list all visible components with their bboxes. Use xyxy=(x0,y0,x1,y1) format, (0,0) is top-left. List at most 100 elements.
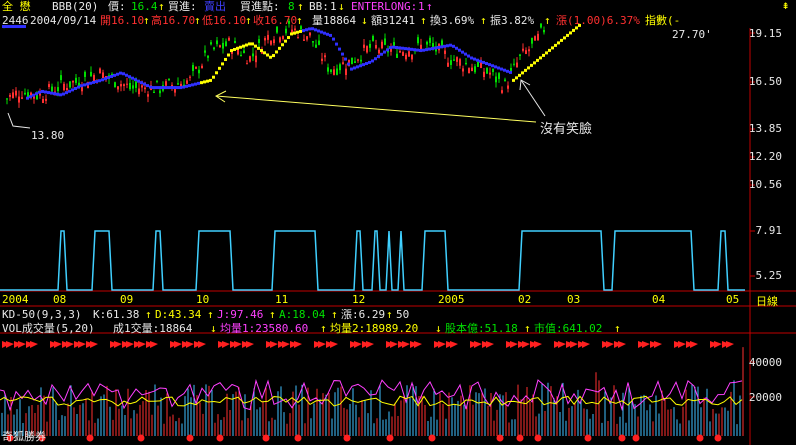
ma-point xyxy=(98,79,101,83)
ma-point xyxy=(287,36,290,40)
ma-point xyxy=(161,86,164,90)
ma-point xyxy=(281,43,284,47)
volume-label[interactable]: VOL成交量(5,20) xyxy=(2,322,95,335)
ma-point xyxy=(473,57,476,61)
ma-point xyxy=(146,84,149,88)
ma-point xyxy=(515,76,518,80)
ma-point xyxy=(266,53,269,57)
ma-point xyxy=(503,68,506,72)
trade-flag-icon xyxy=(438,341,446,348)
ma-point xyxy=(374,57,377,61)
ma-point xyxy=(35,92,38,96)
ma-point xyxy=(461,50,464,54)
ma-point xyxy=(167,86,170,90)
ma-point xyxy=(377,54,380,58)
ma-point xyxy=(551,46,554,50)
ma-point xyxy=(71,88,74,92)
market-value: 市值:641.02 xyxy=(534,322,603,335)
trade-flag-icon xyxy=(522,341,530,348)
ma-point xyxy=(533,61,536,65)
ma-point xyxy=(530,63,533,67)
ma-point xyxy=(326,32,329,36)
signal-dot-icon xyxy=(137,434,145,442)
up-arrow-icon: ↑ xyxy=(269,308,276,321)
ma-point xyxy=(86,82,89,86)
ma-point xyxy=(539,56,542,60)
ma-point xyxy=(332,37,335,41)
ma-point xyxy=(209,78,212,82)
ma-point xyxy=(224,57,227,61)
trade-flag-icon xyxy=(402,341,410,348)
trade-flag-icon xyxy=(174,341,182,348)
trade-flag-icon xyxy=(330,341,338,348)
trade-flag-icon xyxy=(390,341,398,348)
volume-row: VOL成交量(5,20) 成1交量:18864 ↓ 均量1:23580.60 ↑… xyxy=(0,322,796,335)
ma-point xyxy=(476,58,479,62)
ma-point xyxy=(446,44,449,48)
ma-point xyxy=(524,68,527,72)
high-price-annotation: 27.70' xyxy=(672,28,712,41)
trade-flag-icon xyxy=(126,341,134,348)
trade-flag-icon xyxy=(654,341,662,348)
time-tick: 12 xyxy=(352,293,366,306)
ma-point xyxy=(542,53,545,57)
ma-point xyxy=(437,45,440,49)
ma-point xyxy=(452,44,455,48)
low-price-annotation: 13.80 xyxy=(31,129,65,142)
trade-flag-icon xyxy=(534,341,542,348)
period-selector[interactable]: 日線 xyxy=(756,293,778,309)
trade-flag-icon xyxy=(690,341,698,348)
signal-dot-icon xyxy=(428,434,436,442)
ma-point xyxy=(152,86,155,90)
trade-flag-icon xyxy=(582,341,590,348)
ma-point xyxy=(230,49,233,53)
ma-point xyxy=(428,47,431,51)
down-arrow-icon: ↓ xyxy=(435,322,442,335)
kd-label[interactable]: KD-50(9,3,3) xyxy=(2,308,81,321)
ma-point xyxy=(29,95,32,99)
ma-point xyxy=(422,48,425,52)
ma-point xyxy=(449,43,452,47)
ma-point xyxy=(518,73,521,77)
candlestick-series xyxy=(3,18,545,108)
trade-flag-icon xyxy=(618,341,626,348)
trade-flag-icon xyxy=(150,341,158,348)
ma-point xyxy=(173,86,176,90)
trade-flag-icon xyxy=(510,341,518,348)
ma-point xyxy=(254,44,257,48)
kd-threshold: 50 xyxy=(396,308,410,321)
trade-flag-icon xyxy=(6,341,14,348)
ma-point xyxy=(233,47,236,51)
ma-point xyxy=(350,67,353,71)
ma-point xyxy=(125,73,128,77)
kd-rise: 漲:6.29 xyxy=(341,308,386,321)
ma-point xyxy=(77,85,80,89)
ma-point xyxy=(317,29,320,33)
time-tick: 03 xyxy=(567,293,581,306)
ma-point xyxy=(545,51,548,55)
trade-flag-icon xyxy=(354,341,362,348)
up-arrow-icon: ↑ xyxy=(207,308,214,321)
ma-point xyxy=(353,66,356,70)
trade-flag-icon xyxy=(66,341,74,348)
signal-dot-icon xyxy=(262,434,270,442)
ma-point xyxy=(389,46,392,50)
ma-point xyxy=(467,54,470,58)
trade-flag-icon xyxy=(726,341,734,348)
chart-canvas[interactable] xyxy=(0,0,796,445)
ma-point xyxy=(311,27,314,31)
ma-point xyxy=(458,48,461,52)
price-tick: 5.25 xyxy=(755,269,783,282)
ma-point xyxy=(44,90,47,94)
ma-point xyxy=(290,32,293,36)
ma-point xyxy=(554,43,557,47)
ma-point xyxy=(80,84,83,88)
ma-point xyxy=(431,47,434,51)
ma-point xyxy=(335,42,338,46)
ma-point xyxy=(410,47,413,51)
ma-point xyxy=(314,28,317,32)
trade-flag-icon xyxy=(90,341,98,348)
ma-point xyxy=(296,30,299,34)
ma-point xyxy=(20,25,23,29)
ma-point xyxy=(188,84,191,88)
